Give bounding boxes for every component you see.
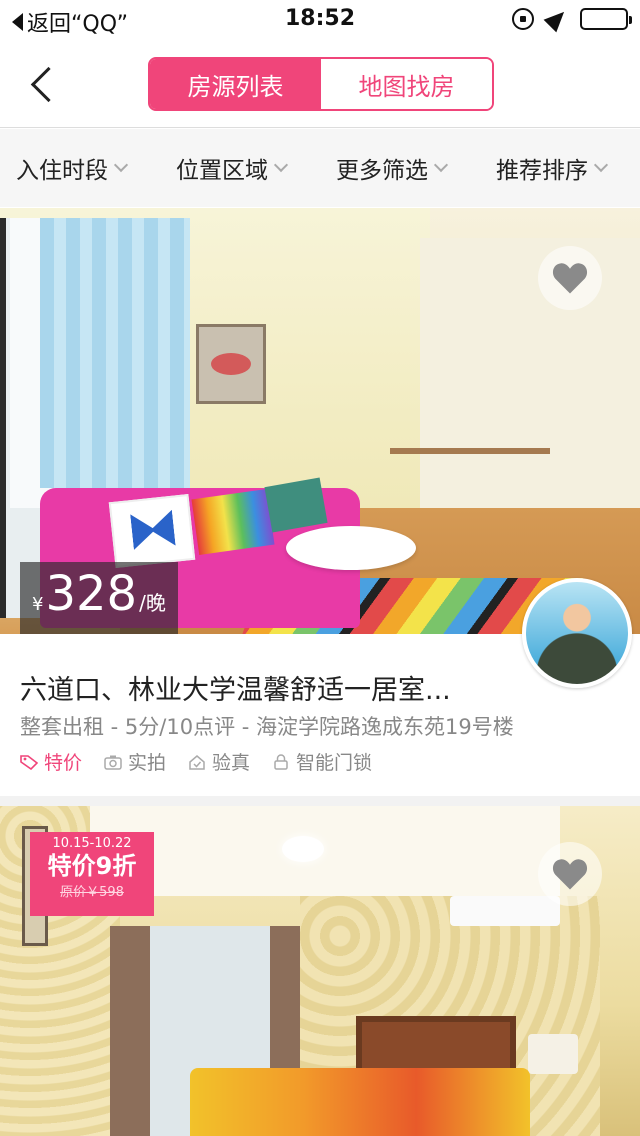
tag-label: 验真 xyxy=(212,752,251,774)
tag-label: 智能门锁 xyxy=(296,752,373,774)
filter-label: 推荐排序 xyxy=(496,158,588,184)
listing-photo[interactable]: ¥ 328 /晚 xyxy=(0,208,640,634)
promo-original-price: 原价￥598 xyxy=(60,885,124,900)
nav-bar: 房源列表 地图找房 xyxy=(0,40,640,128)
filter-location[interactable]: 位置区域 xyxy=(176,151,320,185)
tag-label: 实拍 xyxy=(128,752,167,774)
tag-real-photo: 实拍 xyxy=(104,748,166,775)
price-value: 328 xyxy=(45,566,138,622)
view-switcher: 房源列表 地图找房 xyxy=(148,57,494,111)
rotation-lock-icon xyxy=(512,8,534,30)
tab-listing[interactable]: 房源列表 xyxy=(150,59,321,109)
chevron-down-icon xyxy=(433,157,449,173)
filter-bar: 入住时段 位置区域 更多筛选 推荐排序 xyxy=(0,129,640,207)
filter-sort[interactable]: 推荐排序 xyxy=(496,151,609,185)
favorite-heart-icon[interactable] xyxy=(538,246,602,310)
promo-discount: 特价9折 xyxy=(47,852,137,880)
listing-title: 六道口、林业大学温馨舒适一居室... xyxy=(20,675,451,706)
status-bar: 返回“QQ” 18:52 xyxy=(0,0,640,40)
tag-smart-lock: 智能门锁 xyxy=(272,748,372,775)
price-unit: /晚 xyxy=(139,591,166,615)
lock-icon xyxy=(274,753,288,770)
promo-dates: 10.15-10.22 xyxy=(52,836,132,851)
card-divider xyxy=(0,796,640,806)
price-currency: ¥ xyxy=(32,594,44,615)
battery-icon xyxy=(580,8,632,30)
filter-label: 更多筛选 xyxy=(336,158,428,184)
listing-tags: 特价 实拍 验真 智能门锁 xyxy=(20,748,372,775)
chevron-down-icon xyxy=(113,157,129,173)
house-check-icon xyxy=(189,754,205,770)
filter-more[interactable]: 更多筛选 xyxy=(336,151,480,185)
location-arrow-icon xyxy=(543,5,571,33)
listing-card[interactable]: ¥ 328 /晚 六道口、林业大学温馨舒适一居室... 整套出租 - 5分/10… xyxy=(0,208,640,796)
tab-map[interactable]: 地图找房 xyxy=(321,59,492,109)
price-tag-icon xyxy=(20,754,38,770)
listing-photo[interactable]: 10.15-10.22 特价9折 原价￥598 xyxy=(0,806,640,1136)
favorite-heart-icon[interactable] xyxy=(538,842,602,906)
listing-subtitle: 整套出租 - 5分/10点评 - 海淀学院路逸成东苑19号楼 xyxy=(20,715,514,739)
host-avatar[interactable] xyxy=(522,578,632,688)
promo-badge: 10.15-10.22 特价9折 原价￥598 xyxy=(30,832,154,916)
tag-label: 特价 xyxy=(44,752,83,774)
tag-verified: 验真 xyxy=(188,748,250,775)
filter-checkin-period[interactable]: 入住时段 xyxy=(16,151,160,185)
camera-icon xyxy=(104,755,122,770)
filter-label: 入住时段 xyxy=(16,158,108,184)
price-badge: ¥ 328 /晚 xyxy=(20,562,178,634)
filter-label: 位置区域 xyxy=(176,158,268,184)
back-button[interactable] xyxy=(22,62,62,106)
tag-special-price: 特价 xyxy=(20,748,82,775)
chevron-down-icon xyxy=(593,157,609,173)
listing-card[interactable]: 10.15-10.22 特价9折 原价￥598 xyxy=(0,806,640,1136)
status-icons xyxy=(512,5,632,33)
chevron-down-icon xyxy=(273,157,289,173)
